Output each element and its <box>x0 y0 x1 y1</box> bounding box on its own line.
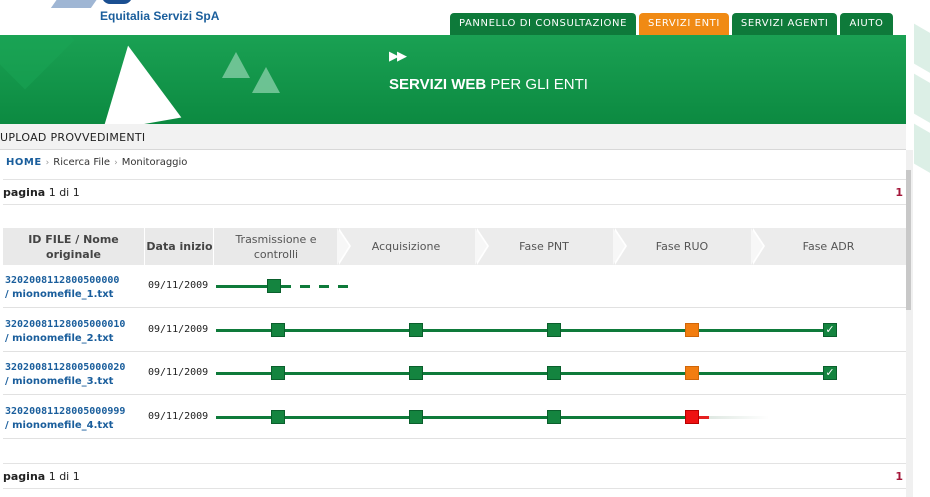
progress-track <box>216 372 836 375</box>
section-header: UPLOAD PROVVEDIMENTI <box>0 124 906 150</box>
breadcrumb-ricerca-file[interactable]: Ricerca File <box>53 157 110 168</box>
table-row: 3202008112800500000/ mionomefile_1.txt 0… <box>3 265 906 308</box>
progress-pending <box>281 285 291 288</box>
banner-triangle-large <box>88 38 182 124</box>
logo-mark <box>102 0 132 4</box>
phase-status-ok[interactable] <box>267 279 281 293</box>
phase-status-ok[interactable] <box>547 323 561 337</box>
nav-tab-servizi-agenti[interactable]: SERVIZI AGENTI <box>731 13 838 35</box>
phase-status-warning[interactable] <box>685 323 699 337</box>
phase-header-acquisizione: Acquisizione <box>337 228 489 265</box>
phase-status-warning[interactable] <box>685 366 699 380</box>
start-date: 09/11/2009 <box>148 367 209 378</box>
logo-shape <box>50 0 110 8</box>
nav-tab-pannello[interactable]: PANNELLO DI CONSULTAZIONE <box>450 13 637 35</box>
pager-page-link[interactable]: 1 <box>895 186 903 199</box>
progress-track <box>216 329 836 332</box>
progress-pending <box>319 285 329 288</box>
table-row: 32020081128005000999/ mionomefile_4.txt … <box>3 396 906 439</box>
file-link[interactable]: 3202008112800500000/ mionomefile_1.txt <box>5 274 119 302</box>
pager-label: pagina 1 di 1 <box>3 470 80 483</box>
section-title: UPLOAD PROVVEDIMENTI <box>0 131 146 144</box>
phase-status-ok[interactable] <box>547 366 561 380</box>
progress-fade <box>709 416 769 419</box>
double-play-icon: ▶▶ <box>389 49 407 64</box>
column-header-date: Data inizio <box>146 228 214 265</box>
banner: ▶▶ SERVIZI WEB PER GLI ENTI <box>0 35 906 124</box>
pager-bottom: pagina 1 di 1 1 <box>3 463 906 489</box>
progress-pending <box>338 285 348 288</box>
phase-status-ok[interactable] <box>409 366 423 380</box>
file-link[interactable]: 32020081128005000020/ mionomefile_3.txt <box>5 361 125 389</box>
phase-header-adr: Fase ADR <box>751 228 906 265</box>
banner-triangle-small <box>252 67 280 93</box>
chevron-right-icon: › <box>114 157 118 168</box>
nav-tab-aiuto[interactable]: AIUTO <box>840 13 893 35</box>
brand-name: Equitalia Servizi SpA <box>100 9 220 23</box>
banner-title: SERVIZI WEB PER GLI ENTI <box>389 76 588 93</box>
phase-status-ok[interactable] <box>409 410 423 424</box>
phase-header-ruo: Fase RUO <box>613 228 765 265</box>
start-date: 09/11/2009 <box>148 324 209 335</box>
banner-decoration <box>0 35 75 90</box>
phase-status-ok[interactable] <box>271 366 285 380</box>
progress-pending <box>300 285 310 288</box>
phase-status-ok[interactable] <box>271 410 285 424</box>
breadcrumb: HOME › Ricerca File › Monitoraggio <box>6 157 187 168</box>
nav-tab-servizi-enti[interactable]: SERVIZI ENTI <box>639 13 729 35</box>
start-date: 09/11/2009 <box>148 411 209 422</box>
phase-status-error[interactable] <box>685 410 699 424</box>
banner-triangle-small <box>222 52 250 78</box>
checkmark-icon[interactable]: ✓ <box>823 323 837 337</box>
scrollbar-thumb[interactable] <box>906 170 911 310</box>
file-link[interactable]: 32020081128005000010/ mionomefile_2.txt <box>5 318 125 346</box>
table-row: 32020081128005000010/ mionomefile_2.txt … <box>3 309 906 352</box>
pager-top: pagina 1 di 1 1 <box>3 179 906 205</box>
main-nav: PANNELLO DI CONSULTAZIONE SERVIZI ENTI S… <box>450 13 893 35</box>
column-header-id: ID FILE / Nome originale <box>3 228 145 265</box>
phase-status-ok[interactable] <box>271 323 285 337</box>
file-link[interactable]: 32020081128005000999/ mionomefile_4.txt <box>5 405 125 433</box>
pager-label: pagina 1 di 1 <box>3 186 80 199</box>
breadcrumb-monitoraggio: Monitoraggio <box>121 157 188 168</box>
table-row: 32020081128005000020/ mionomefile_3.txt … <box>3 352 906 395</box>
progress-track <box>216 416 694 419</box>
phase-status-ok[interactable] <box>547 410 561 424</box>
table-header: ID FILE / Nome originale Data inizio Tra… <box>3 228 906 265</box>
checkmark-icon[interactable]: ✓ <box>823 366 837 380</box>
chevron-right-icon: › <box>45 157 50 168</box>
phase-status-ok[interactable] <box>409 323 423 337</box>
top-header: Equitalia Servizi SpA PANNELLO DI CONSUL… <box>0 0 930 35</box>
breadcrumb-home[interactable]: HOME <box>6 157 42 168</box>
phase-header-trasmissione: Trasmissione e controlli <box>215 228 351 265</box>
phase-header-pnt: Fase PNT <box>475 228 627 265</box>
start-date: 09/11/2009 <box>148 280 209 291</box>
pager-page-link[interactable]: 1 <box>895 470 903 483</box>
